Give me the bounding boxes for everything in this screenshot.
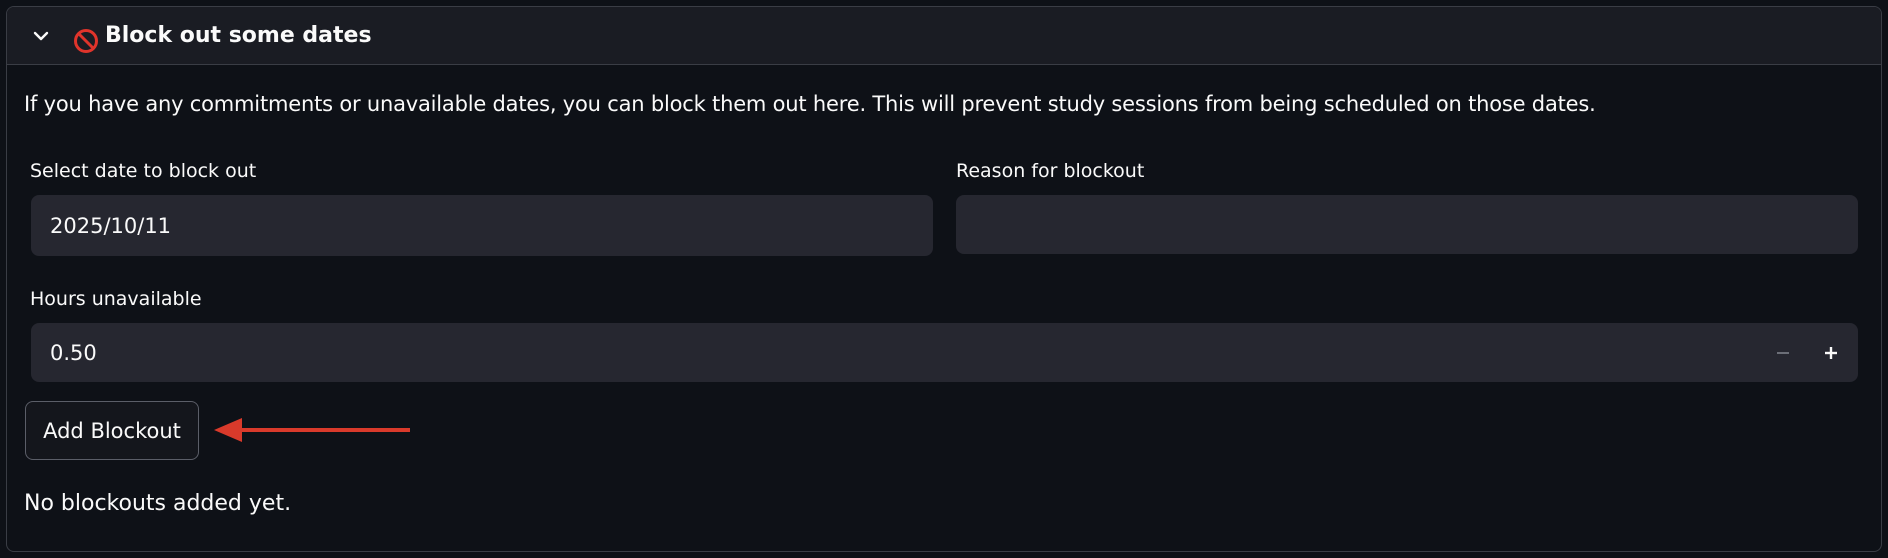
- date-input[interactable]: 2025/10/11: [31, 195, 933, 256]
- hours-field-label: Hours unavailable: [30, 288, 202, 310]
- empty-blockouts-message: No blockouts added yet.: [24, 491, 292, 516]
- hours-decrement-button[interactable]: [1768, 338, 1798, 368]
- minus-icon: [1777, 351, 1789, 354]
- hours-number-input[interactable]: 0.50: [31, 323, 1858, 382]
- arrow-left-icon: [214, 418, 410, 442]
- date-input-value: 2025/10/11: [50, 213, 172, 238]
- hours-increment-button[interactable]: [1816, 338, 1846, 368]
- expander-header[interactable]: Block out some dates: [7, 7, 1881, 65]
- expander-title: Block out some dates: [105, 23, 372, 48]
- reason-input[interactable]: [956, 195, 1858, 254]
- plus-icon: [1825, 346, 1837, 359]
- no-entry-icon: [74, 29, 98, 53]
- date-field-label: Select date to block out: [30, 160, 257, 182]
- chevron-down-icon[interactable]: [31, 26, 51, 46]
- add-blockout-button[interactable]: Add Blockout: [25, 401, 199, 460]
- intro-text: If you have any commitments or unavailab…: [24, 92, 1596, 116]
- reason-field-label: Reason for blockout: [956, 160, 1145, 182]
- hours-input-value: 0.50: [50, 340, 97, 365]
- blockout-expander: Block out some dates: [6, 6, 1882, 552]
